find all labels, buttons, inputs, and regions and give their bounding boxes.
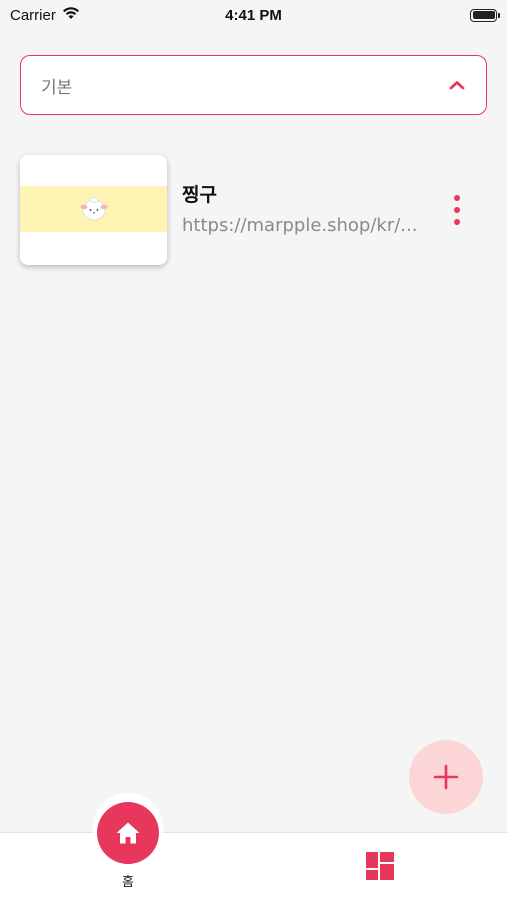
- home-icon: [116, 822, 140, 844]
- battery-fill: [472, 11, 495, 19]
- chevron-up-icon[interactable]: [448, 76, 466, 94]
- link-list-item[interactable]: 찡구 https://marpple.shop/kr/...: [20, 155, 487, 267]
- plus-icon: [433, 764, 459, 790]
- menu-dot: [454, 195, 460, 201]
- link-url: https://marpple.shop/kr/...: [182, 215, 418, 236]
- home-tab-label: 홈: [122, 875, 134, 890]
- link-text: 찡구 https://marpple.shop/kr/...: [182, 180, 427, 236]
- more-vertical-icon[interactable]: [447, 195, 467, 225]
- link-thumbnail[interactable]: [20, 155, 167, 265]
- dashboard-icon: [366, 852, 394, 880]
- mascot-thumbnail: [80, 197, 108, 221]
- status-left: Carrier: [10, 6, 80, 24]
- category-dropdown[interactable]: 기본: [20, 55, 487, 115]
- home-tab-button[interactable]: [97, 802, 159, 864]
- link-title: 찡구: [182, 184, 217, 206]
- bottom-navigation: [0, 832, 507, 900]
- menu-dot: [454, 207, 460, 213]
- category-selected-value: 기본: [41, 77, 73, 98]
- dashboard-tab-button[interactable]: [366, 852, 394, 880]
- status-bar: Carrier 4:41 PM: [0, 0, 507, 30]
- battery-icon: [470, 8, 500, 22]
- add-link-button[interactable]: [409, 740, 483, 814]
- carrier-label: Carrier: [10, 6, 56, 24]
- menu-dot: [454, 219, 460, 225]
- wifi-icon: [62, 6, 80, 24]
